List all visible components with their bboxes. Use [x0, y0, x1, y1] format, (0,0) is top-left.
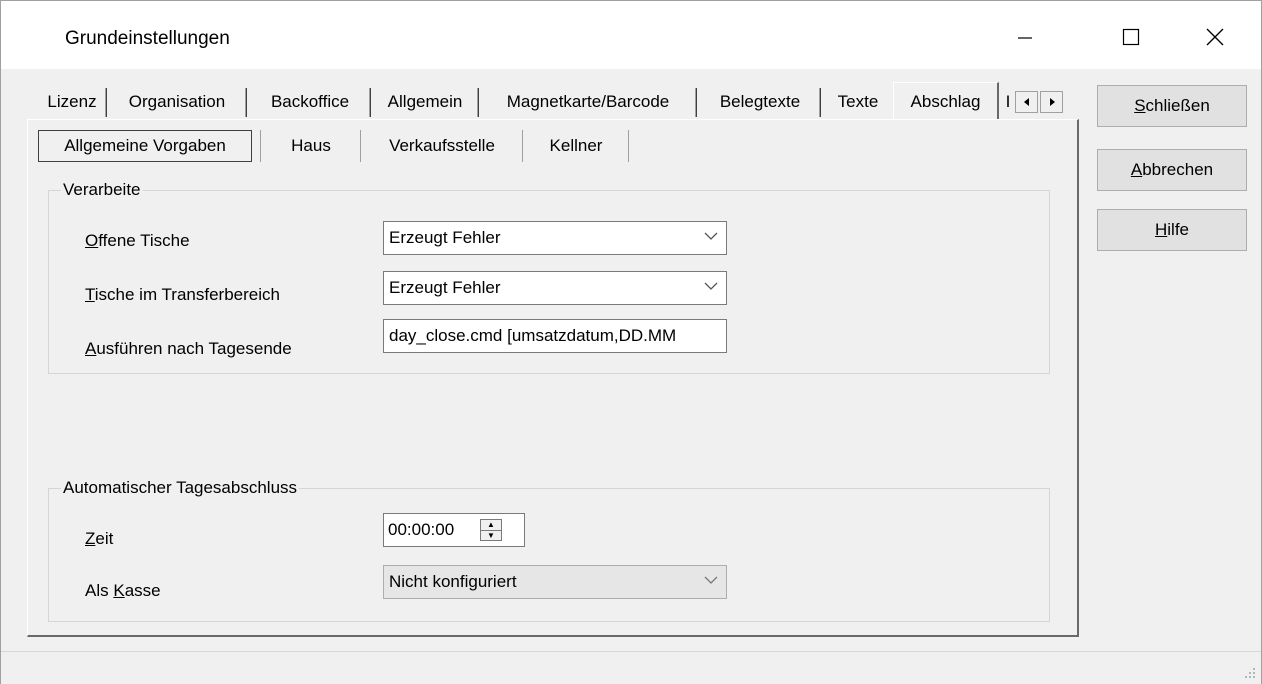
tab-scroll-right-button[interactable] [1040, 91, 1063, 113]
subtab-verkaufsstelle[interactable]: Verkaufsstelle [362, 130, 522, 162]
close-icon [1206, 28, 1224, 46]
maximize-icon [1122, 28, 1140, 46]
close-button[interactable] [1183, 15, 1247, 59]
tab-backoffice[interactable]: Backoffice [251, 87, 369, 117]
verarbeite-group: Verarbeite Offene Tische Erzeugt Fehler … [48, 180, 1050, 374]
resize-grip-icon[interactable] [1243, 666, 1257, 680]
hilfe-button[interactable]: Hilfe [1097, 209, 1247, 251]
schliessen-button[interactable]: Schließen [1097, 85, 1247, 127]
tab-panel-abschlag: Allgemeine Vorgaben Haus Verkaufsstelle … [27, 119, 1079, 637]
zeit-label: Zeit [85, 529, 114, 548]
dialog-window: Grundeinstellungen Lizenz Organisation B… [0, 0, 1262, 684]
zeit-value: 00:00:00 [388, 520, 455, 539]
ausfuehren-input[interactable]: day_close.cmd [umsatzdatum,DD.MM [383, 319, 727, 353]
subtab-allgemeine-vorgaben[interactable]: Allgemeine Vorgaben [38, 130, 252, 162]
tab-overflow[interactable]: I [1003, 87, 1013, 117]
title-bar: Grundeinstellungen [1, 1, 1261, 69]
window-title: Grundeinstellungen [65, 28, 230, 49]
tab-lizenz[interactable]: Lizenz [41, 87, 103, 117]
tab-divider [245, 88, 247, 117]
transferbereich-value: Erzeugt Fehler [389, 278, 501, 297]
tab-divider [477, 88, 479, 117]
tab-divider [819, 88, 821, 117]
transferbereich-select[interactable]: Erzeugt Fehler [383, 271, 727, 305]
zeit-input[interactable]: 00:00:00 ▲ ▼ [383, 513, 525, 547]
arrow-left-icon [1023, 98, 1029, 106]
abbrechen-button[interactable]: Abbrechen [1097, 149, 1247, 191]
chevron-down-icon [704, 232, 718, 240]
ausfuehren-value: day_close.cmd [umsatzdatum,DD.MM [389, 326, 677, 345]
minimize-button[interactable] [993, 15, 1057, 59]
chevron-down-icon [704, 576, 718, 584]
transferbereich-label: Tische im Transferbereich [85, 285, 280, 304]
tab-texte[interactable]: Texte [823, 87, 893, 117]
subtab-divider [522, 130, 523, 162]
subtab-divider [360, 130, 361, 162]
tab-divider [369, 88, 371, 117]
tab-divider [695, 88, 697, 117]
spin-down-icon[interactable]: ▼ [481, 531, 501, 541]
kasse-select[interactable]: Nicht konfiguriert [383, 565, 727, 599]
maximize-button[interactable] [1099, 15, 1163, 59]
tab-belegtexte[interactable]: Belegtexte [701, 87, 819, 117]
subtab-divider [628, 130, 629, 162]
offene-tische-label: Offene Tische [85, 231, 190, 250]
subtab-kellner[interactable]: Kellner [524, 130, 628, 162]
offene-tische-select[interactable]: Erzeugt Fehler [383, 221, 727, 255]
spin-up-icon[interactable]: ▲ [481, 520, 501, 531]
arrow-right-icon [1049, 98, 1055, 106]
tab-abschlag[interactable]: Abschlag [893, 82, 999, 120]
tab-scroll-buttons [1015, 91, 1065, 113]
subtab-haus[interactable]: Haus [262, 130, 360, 162]
ausfuehren-label: Ausführen nach Tagesende [85, 339, 292, 358]
verarbeite-caption: Verarbeite [61, 180, 143, 200]
auto-tagesabschluss-group: Automatischer Tagesabschluss Zeit 00:00:… [48, 478, 1050, 622]
tab-divider [105, 88, 107, 117]
tab-allgemein[interactable]: Allgemein [373, 87, 477, 117]
kasse-value: Nicht konfiguriert [389, 572, 517, 591]
chevron-down-icon [704, 282, 718, 290]
status-bar [1, 651, 1261, 684]
offene-tische-value: Erzeugt Fehler [389, 228, 501, 247]
tab-magnetkarte-barcode[interactable]: Magnetkarte/Barcode [481, 87, 695, 117]
subtab-divider [260, 130, 261, 162]
zeit-spinner[interactable]: ▲ ▼ [480, 519, 502, 541]
tab-scroll-left-button[interactable] [1015, 91, 1038, 113]
auto-tagesabschluss-caption: Automatischer Tagesabschluss [61, 478, 300, 498]
minimize-icon [1018, 37, 1032, 39]
tab-organisation[interactable]: Organisation [111, 87, 243, 117]
kasse-label: Als Kasse [85, 581, 161, 600]
